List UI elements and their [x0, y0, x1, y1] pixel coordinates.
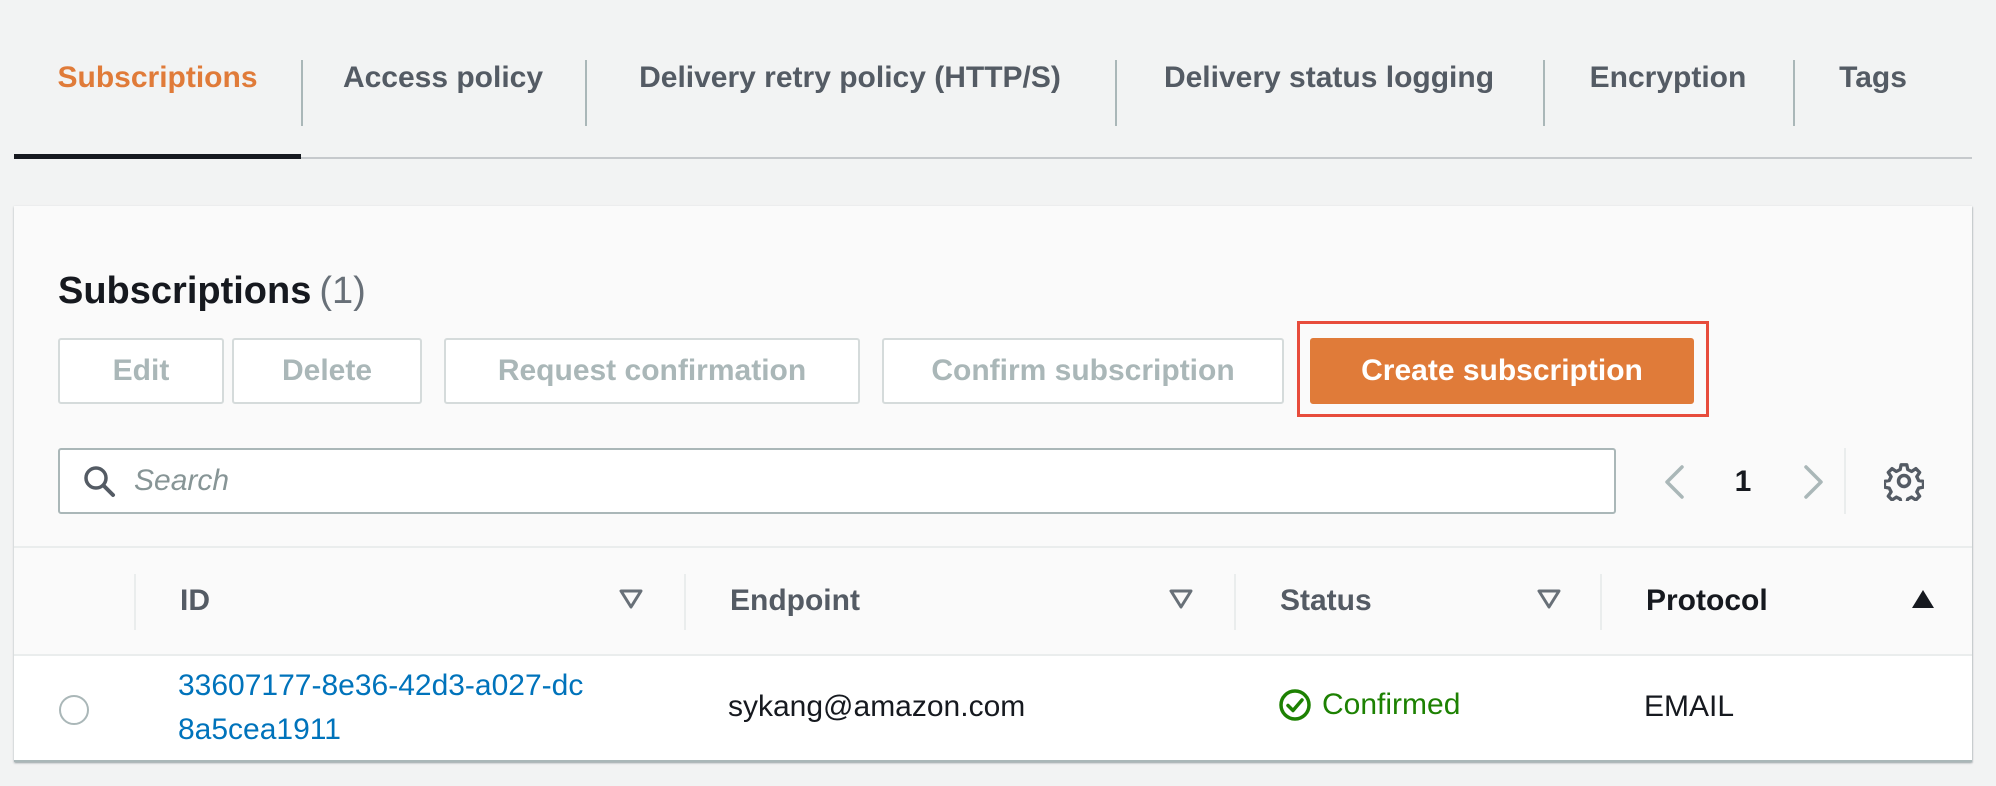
check-circle-icon [1279, 689, 1311, 721]
column-header-id[interactable]: ID [180, 548, 210, 654]
panel-title: Subscriptions (1) [58, 270, 366, 313]
confirm-subscription-button[interactable]: Confirm subscription [882, 338, 1284, 404]
search-input[interactable] [134, 464, 1534, 498]
subscription-id-link[interactable]: 33607177-8e36-42d3-a027-dc8a5cea1911 [178, 664, 598, 752]
column-header-endpoint[interactable]: Endpoint [730, 548, 860, 654]
request-confirmation-button[interactable]: Request confirmation [444, 338, 860, 404]
protocol-cell: EMAIL [1644, 690, 1735, 723]
tab-delivery-status-logging[interactable]: Delivery status logging [1115, 58, 1543, 157]
tab-label: Delivery retry policy (HTTP/S) [639, 60, 1061, 94]
highlight-annotation [1297, 321, 1709, 417]
search-icon [84, 466, 115, 497]
column-divider [1234, 574, 1236, 630]
tab-tags[interactable]: Tags [1793, 58, 1953, 157]
chevron-right-icon[interactable] [1800, 464, 1826, 500]
tab-label: Tags [1839, 60, 1907, 94]
tab-encryption[interactable]: Encryption [1543, 58, 1793, 157]
tab-subscriptions[interactable]: Subscriptions [14, 58, 301, 159]
chevron-left-icon[interactable] [1662, 464, 1688, 500]
sort-down-icon[interactable] [1168, 588, 1194, 610]
panel-title-text: Subscriptions [58, 270, 312, 312]
sort-up-icon[interactable] [1910, 588, 1936, 610]
column-header-protocol[interactable]: Protocol [1646, 548, 1768, 654]
subscriptions-panel: Subscriptions (1) Edit Delete Request con… [14, 206, 1972, 762]
sort-down-icon[interactable] [618, 588, 644, 610]
tab-access-policy[interactable]: Access policy [301, 58, 585, 157]
page-number[interactable]: 1 [1728, 464, 1758, 500]
sns-topic-detail: Subscriptions Access policy Delivery ret… [0, 0, 1996, 786]
row-select-radio[interactable] [59, 695, 89, 725]
tab-bar: Subscriptions Access policy Delivery ret… [14, 58, 1972, 159]
tab-label: Delivery status logging [1163, 60, 1495, 94]
sort-down-icon[interactable] [1536, 588, 1562, 610]
tab-label: Subscriptions [57, 60, 258, 94]
column-divider [1600, 574, 1602, 630]
status-text: Confirmed [1322, 688, 1461, 721]
endpoint-cell: sykang@amazon.com [728, 690, 1026, 723]
table-row[interactable]: 33607177-8e36-42d3-a027-dc8a5cea1911 syk… [14, 656, 1972, 762]
column-header-status[interactable]: Status [1280, 548, 1372, 654]
gear-icon[interactable] [1884, 461, 1924, 501]
search-field[interactable] [58, 448, 1616, 514]
column-divider [684, 574, 686, 630]
tab-label: Access policy [342, 60, 544, 94]
edit-button[interactable]: Edit [58, 338, 224, 404]
pager-divider [1844, 448, 1846, 514]
tab-delivery-retry-policy[interactable]: Delivery retry policy (HTTP/S) [585, 58, 1115, 157]
table-header: ID Endpoint Status Protocol [14, 546, 1972, 656]
status-cell: Confirmed [1278, 688, 1460, 722]
column-divider [134, 574, 136, 630]
delete-button[interactable]: Delete [232, 338, 422, 404]
subscription-count: (1) [319, 270, 366, 312]
tab-label: Encryption [1589, 60, 1747, 94]
